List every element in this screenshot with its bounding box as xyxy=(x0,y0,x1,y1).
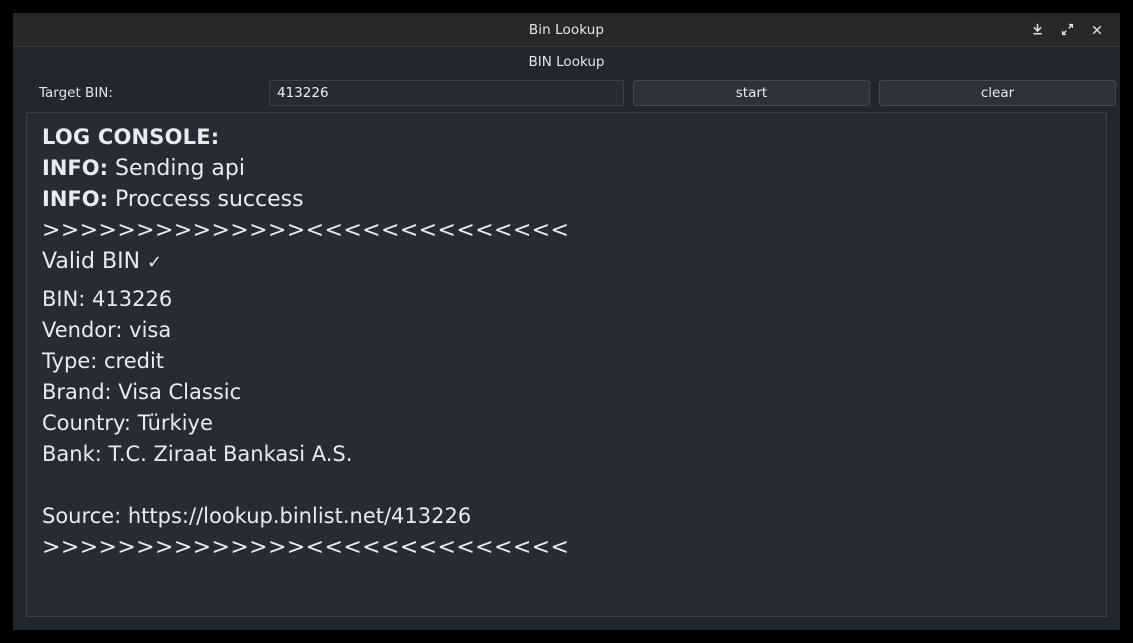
start-button[interactable]: start xyxy=(633,79,870,106)
clear-button[interactable]: clear xyxy=(879,79,1116,106)
log-separator-top: >>>>>>>>>>>>>><<<<<<<<<<<<<< xyxy=(42,218,570,243)
close-button[interactable] xyxy=(1082,16,1112,44)
close-icon xyxy=(1091,24,1103,36)
download-button[interactable] xyxy=(1022,16,1052,44)
source-line: Source: https://lookup.binlist.net/41322… xyxy=(42,504,472,528)
log-message: Sending api xyxy=(107,156,245,181)
log-level-tag: INFO: xyxy=(42,156,108,180)
titlebar: Bin Lookup xyxy=(13,13,1120,47)
detail-type: Type: credit xyxy=(42,349,165,373)
log-entry: INFO: Proccess success xyxy=(42,184,1106,215)
detail-brand: Brand: Visa Classic xyxy=(42,380,242,404)
app-window: Bin Lookup BIN Lookup Target BIN: 413226… xyxy=(13,13,1120,630)
validity-label: Valid BIN xyxy=(42,249,148,274)
target-bin-input[interactable] xyxy=(269,79,624,106)
maximize-button[interactable] xyxy=(1052,16,1082,44)
maximize-icon xyxy=(1061,23,1074,36)
log-level-tag: INFO: xyxy=(42,187,108,211)
download-icon xyxy=(1031,23,1044,36)
detail-vendor: Vendor: visa xyxy=(42,318,172,342)
screen: Bin Lookup BIN Lookup Target BIN: 413226… xyxy=(0,0,1133,643)
target-bin-label: Target BIN: xyxy=(39,84,113,101)
check-icon: ✓ xyxy=(147,252,163,273)
log-console: LOG CONSOLE: INFO: Sending api INFO: Pro… xyxy=(27,113,1106,563)
log-separator-bottom: >>>>>>>>>>>>>><<<<<<<<<<<<<< xyxy=(42,535,570,560)
panel-title: BIN Lookup xyxy=(528,53,605,70)
bin-details: BIN: 413226 Vendor: visa Type: credit Br… xyxy=(42,284,1106,470)
log-console-panel[interactable]: LOG CONSOLE: INFO: Sending api INFO: Pro… xyxy=(26,112,1107,617)
detail-bin: BIN: 413226 xyxy=(42,287,173,311)
panel-header: BIN Lookup xyxy=(13,47,1120,76)
titlebar-controls xyxy=(1022,13,1112,46)
log-console-heading: LOG CONSOLE: xyxy=(42,125,220,149)
log-entry: INFO: Sending api xyxy=(42,153,1106,184)
lookup-form: Target BIN: start clear xyxy=(13,76,1120,109)
window-title: Bin Lookup xyxy=(528,21,605,38)
detail-bank: Bank: T.C. Ziraat Bankasi A.S. xyxy=(42,442,353,466)
detail-country: Country: Türkiye xyxy=(42,411,213,435)
validity-line: Valid BIN ✓ xyxy=(42,246,1106,278)
log-message: Proccess success xyxy=(107,187,304,212)
